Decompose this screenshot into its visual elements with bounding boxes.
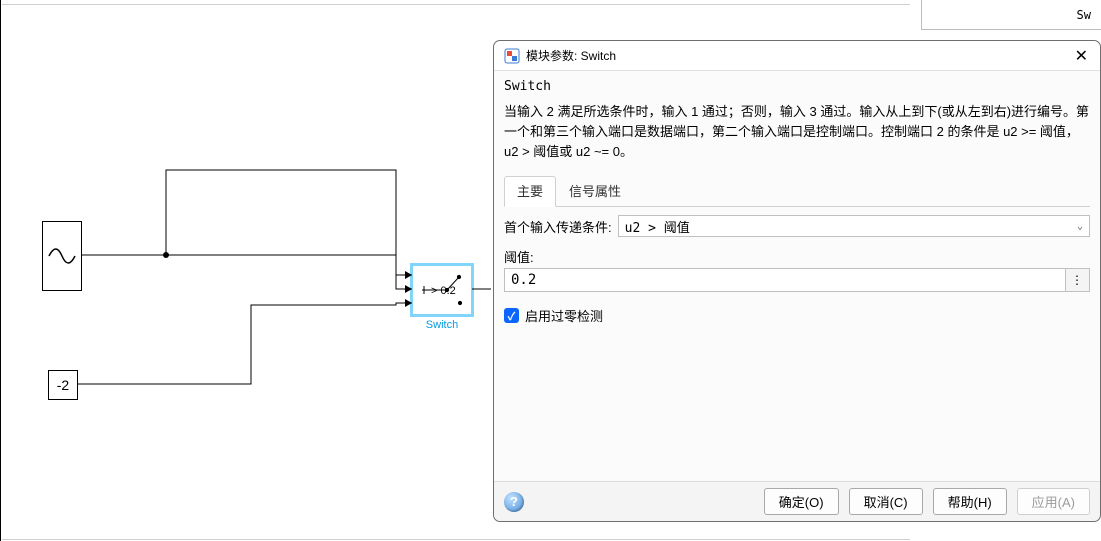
criteria-row: 首个输入传递条件: u2 > 阈值 ⌄ [504, 215, 1090, 237]
criteria-value: u2 > 阈值 [625, 217, 690, 236]
tab-bar: 主要 信号属性 [504, 176, 1090, 207]
sine-wave-block[interactable] [42, 221, 82, 291]
close-icon[interactable]: ✕ [1073, 46, 1090, 66]
zero-crossing-row: ✓ 启用过零检测 [504, 306, 1090, 325]
block-description: 当输入 2 满足所选条件时，输入 1 通过；否则，输入 3 通过。输入从上到下(… [504, 102, 1090, 162]
switch-block-label: Switch [426, 319, 458, 331]
help-button[interactable]: 帮助(H) [933, 488, 1007, 515]
switch-block[interactable]: > 0.2 Switch [412, 265, 472, 315]
chevron-down-icon: ⌄ [1077, 221, 1083, 232]
switch-threshold-text: > 0.2 [431, 285, 456, 297]
dialog-footer: ? 确定(O) 取消(C) 帮助(H) 应用(A) [494, 481, 1100, 521]
tab-signal-attributes[interactable]: 信号属性 [556, 176, 634, 207]
ok-button[interactable]: 确定(O) [764, 488, 839, 515]
criteria-label: 首个输入传递条件: [504, 217, 612, 236]
apply-button[interactable]: 应用(A) [1017, 488, 1090, 515]
constant-block[interactable]: -2 [48, 370, 78, 400]
right-panel-fragment: Sw [921, 0, 1101, 30]
criteria-select[interactable]: u2 > 阈值 ⌄ [618, 215, 1090, 237]
help-icon[interactable]: ? [504, 492, 524, 512]
dialog-titlebar[interactable]: 模块参数: Switch ✕ [494, 41, 1100, 71]
right-panel-text: Sw [1077, 8, 1091, 22]
zero-crossing-checkbox[interactable]: ✓ [504, 308, 519, 323]
tab-main[interactable]: 主要 [504, 176, 556, 207]
block-parameters-dialog: 模块参数: Switch ✕ Switch 当输入 2 满足所选条件时，输入 1… [493, 40, 1101, 522]
zero-crossing-label: 启用过零检测 [525, 306, 603, 325]
cancel-button[interactable]: 取消(C) [849, 488, 923, 515]
dialog-title: 模块参数: Switch [526, 47, 1073, 64]
sine-wave-icon [48, 242, 76, 270]
switch-icon: > 0.2 [414, 267, 470, 313]
threshold-more-button[interactable]: ⋮ [1066, 268, 1090, 292]
threshold-input[interactable] [504, 268, 1066, 292]
threshold-input-row: ⋮ [504, 268, 1090, 292]
dialog-app-icon [504, 48, 520, 64]
threshold-label: 阈值: [504, 247, 1090, 266]
dialog-body: Switch 当输入 2 满足所选条件时，输入 1 通过；否则，输入 3 通过。… [494, 71, 1100, 325]
constant-value: -2 [57, 377, 69, 393]
block-type-heading: Switch [504, 79, 1090, 94]
